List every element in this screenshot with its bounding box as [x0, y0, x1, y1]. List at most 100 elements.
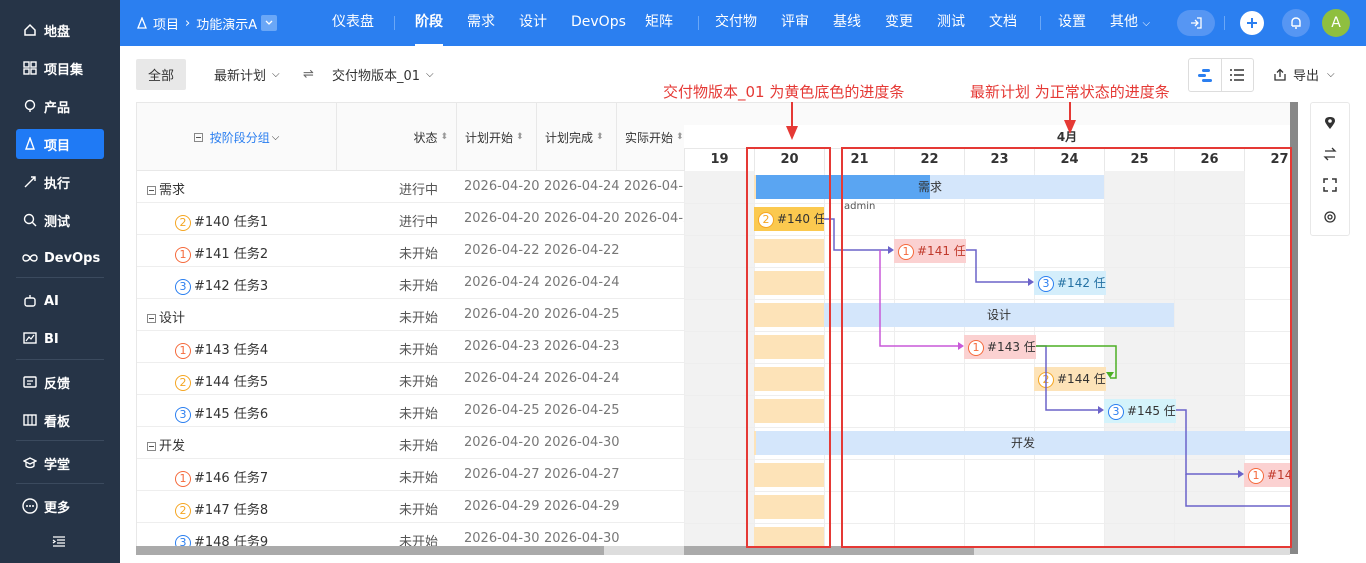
sidebar-item-execute[interactable]: 执行: [16, 167, 104, 197]
sort-icon: ⬍: [516, 132, 524, 142]
table-row[interactable]: 3 #142 任务3 未开始 2026-04-24 2026-04-24: [137, 267, 684, 299]
notification-button[interactable]: [1282, 9, 1310, 37]
row-title[interactable]: 2 #144 任务5: [175, 371, 268, 391]
exit-button[interactable]: [1177, 10, 1215, 36]
row-title[interactable]: 开发: [147, 435, 185, 454]
tab-baseline[interactable]: 基线: [833, 0, 861, 46]
cell-end: 2026-04-25: [544, 403, 620, 418]
sidebar-item-school[interactable]: 学堂: [16, 448, 104, 478]
table-group-row[interactable]: 设计 未开始 2026-04-20 2026-04-25: [137, 299, 684, 331]
swap-icon: [1323, 147, 1337, 161]
tab-doc[interactable]: 文档: [989, 0, 1017, 46]
collapse-all-icon[interactable]: [193, 132, 203, 142]
collapse-icon[interactable]: [147, 442, 156, 451]
group-by-dropdown[interactable]: 按阶段分组 ⌵: [137, 103, 337, 171]
row-title[interactable]: 1 #146 任务7: [175, 467, 268, 487]
export-button[interactable]: 导出 ⌵: [1273, 59, 1335, 90]
table-group-row[interactable]: 开发 未开始 2026-04-20 2026-04-30: [137, 427, 684, 459]
sidebar-item-kanban[interactable]: 看板: [16, 405, 104, 435]
table-group-row[interactable]: 需求 进行中 2026-04-20 2026-04-24 2026-04-1: [137, 171, 684, 203]
gantt-tools: [1310, 102, 1350, 236]
settings-button[interactable]: [1322, 209, 1338, 225]
baseline-dropdown[interactable]: 交付物版本_01 ⌵: [332, 59, 434, 90]
sidebar-item-feedback[interactable]: 反馈: [16, 367, 104, 397]
bell-icon: [1291, 17, 1301, 29]
avatar[interactable]: A: [1322, 9, 1350, 37]
tab-other[interactable]: 其他 ⌵: [1110, 0, 1150, 46]
chevron-down-icon[interactable]: [261, 15, 278, 31]
table-row[interactable]: 3 #145 任务6 未开始 2026-04-25 2026-04-25: [137, 395, 684, 427]
row-title[interactable]: 3 #145 任务6: [175, 403, 268, 423]
breadcrumb-root[interactable]: 项目: [153, 14, 179, 33]
sort-icon: ⬍: [676, 132, 684, 142]
reorder-button[interactable]: [1322, 146, 1338, 162]
table-row[interactable]: 2 #147 任务8 未开始 2026-04-29 2026-04-29: [137, 491, 684, 523]
fullscreen-button[interactable]: [1322, 177, 1338, 193]
sidebar-item-label: 更多: [44, 500, 71, 516]
sidebar-item-project[interactable]: 项目: [16, 129, 104, 159]
sidebar-item-program[interactable]: 项目集: [16, 53, 104, 83]
cell-end: 2026-04-30: [544, 435, 620, 450]
sidebar-item-label: BI: [44, 331, 59, 347]
tab-requirement[interactable]: 需求: [467, 0, 495, 46]
sidebar-item-label: 看板: [44, 414, 71, 430]
sidebar-item-test[interactable]: 测试: [16, 205, 104, 235]
tab-settings[interactable]: 设置: [1058, 0, 1086, 46]
tab-design[interactable]: 设计: [519, 0, 547, 46]
row-title-text: 设计: [159, 311, 186, 326]
sidebar-item-bi[interactable]: BI: [16, 324, 104, 354]
sidebar-item-devops[interactable]: DevOps: [16, 243, 104, 273]
table-row[interactable]: 2 #140 任务1 进行中 2026-04-20 2026-04-20 2026-04-…: [137, 203, 684, 235]
locate-today-button[interactable]: [1322, 115, 1338, 131]
tab-deliverable[interactable]: 交付物: [715, 0, 757, 46]
row-title[interactable]: 1 #141 任务2: [175, 243, 268, 263]
export-icon: [1274, 68, 1286, 81]
breadcrumb-current[interactable]: 功能演示A: [196, 14, 257, 33]
list-view-button[interactable]: [1222, 59, 1254, 91]
priority-badge: 2: [175, 214, 191, 231]
col-label: 实际开始: [625, 130, 674, 145]
sidebar-item-ai[interactable]: AI: [16, 286, 104, 316]
tab-devops[interactable]: DevOps: [571, 0, 626, 46]
row-title[interactable]: 1 #143 任务4: [175, 339, 268, 359]
table-row[interactable]: 1 #141 任务2 未开始 2026-04-22 2026-04-22: [137, 235, 684, 267]
tab-stage[interactable]: 阶段: [415, 0, 443, 46]
collapse-icon[interactable]: [147, 186, 156, 195]
tab-change[interactable]: 变更: [885, 0, 913, 46]
col-plan-end[interactable]: 计划完成 ⬍: [537, 103, 617, 171]
table-row[interactable]: 2 #144 任务5 未开始 2026-04-24 2026-04-24: [137, 363, 684, 395]
breadcrumb: 项目 › 功能演示A: [136, 0, 278, 46]
collapse-icon[interactable]: [147, 314, 156, 323]
cell-end: 2026-04-29: [544, 499, 620, 514]
row-title[interactable]: 2 #147 任务8: [175, 499, 268, 519]
chevron-down-icon: ⌵: [271, 131, 280, 143]
sidebar-item-more[interactable]: 更多: [16, 491, 104, 521]
col-actual-start[interactable]: 实际开始 ⬍: [617, 103, 684, 171]
col-status[interactable]: 状态 ⬍: [337, 103, 457, 171]
row-title[interactable]: 设计: [147, 307, 185, 326]
cell-status: 未开始: [399, 503, 439, 518]
tab-test[interactable]: 测试: [937, 0, 965, 46]
sidebar-item-label: 学堂: [44, 457, 71, 473]
table-row[interactable]: 1 #146 任务7 未开始 2026-04-27 2026-04-27: [137, 459, 684, 491]
col-plan-start[interactable]: 计划开始 ⬍: [457, 103, 537, 171]
sidebar-item-label: 反馈: [44, 376, 71, 392]
sidebar-item-dashboard[interactable]: 地盘: [16, 15, 104, 45]
table-horizontal-scrollbar[interactable]: [136, 546, 684, 555]
cell-start: 2026-04-20: [464, 179, 540, 194]
add-button[interactable]: [1240, 11, 1264, 35]
all-button[interactable]: 全部: [136, 59, 186, 90]
gantt-view-button[interactable]: [1189, 59, 1222, 91]
cell-start: 2026-04-20: [464, 307, 540, 322]
row-title[interactable]: 需求: [147, 179, 185, 198]
tab-dashboard[interactable]: 仪表盘: [332, 0, 374, 46]
sidebar-item-product[interactable]: 产品: [16, 91, 104, 121]
cell-status: 未开始: [399, 439, 439, 454]
row-title[interactable]: 3 #142 任务3: [175, 275, 268, 295]
tab-review[interactable]: 评审: [781, 0, 809, 46]
row-title[interactable]: 2 #140 任务1: [175, 211, 268, 231]
collapse-sidebar-icon[interactable]: [52, 535, 66, 549]
plan-dropdown[interactable]: 最新计划 ⌵: [214, 59, 280, 90]
table-row[interactable]: 1 #143 任务4 未开始 2026-04-23 2026-04-23: [137, 331, 684, 363]
tab-matrix[interactable]: 矩阵: [645, 0, 673, 46]
